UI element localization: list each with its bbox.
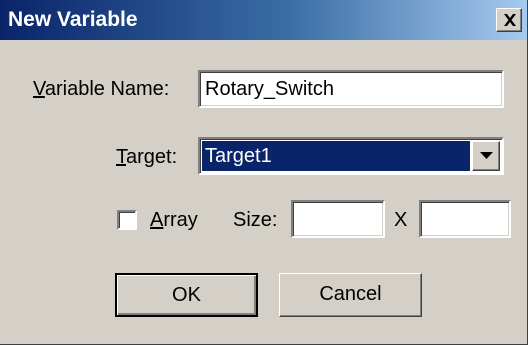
- array-rows-input[interactable]: [291, 200, 385, 238]
- variable-name-input[interactable]: [198, 70, 504, 108]
- ok-button[interactable]: OK: [115, 273, 258, 317]
- dialog-title: New Variable: [8, 8, 138, 31]
- target-label: Target:: [116, 146, 178, 168]
- size-label: Size:: [233, 209, 278, 231]
- target-select[interactable]: Target1: [198, 137, 504, 175]
- cancel-button[interactable]: Cancel: [279, 273, 422, 317]
- chevron-down-icon: [480, 152, 493, 159]
- array-cols-input[interactable]: [419, 200, 511, 238]
- array-label[interactable]: Array: [150, 208, 198, 232]
- new-variable-dialog: New Variable Variable Name: Target: Targ…: [0, 0, 528, 345]
- variable-name-label: Variable Name:: [33, 78, 170, 100]
- title-bar[interactable]: New Variable: [0, 0, 527, 40]
- size-separator: X: [394, 209, 408, 231]
- close-icon: [504, 14, 516, 26]
- array-checkbox[interactable]: [117, 210, 137, 230]
- close-button[interactable]: [496, 8, 522, 32]
- target-dropdown-button[interactable]: [472, 141, 500, 171]
- target-selected-value: Target1: [202, 141, 470, 171]
